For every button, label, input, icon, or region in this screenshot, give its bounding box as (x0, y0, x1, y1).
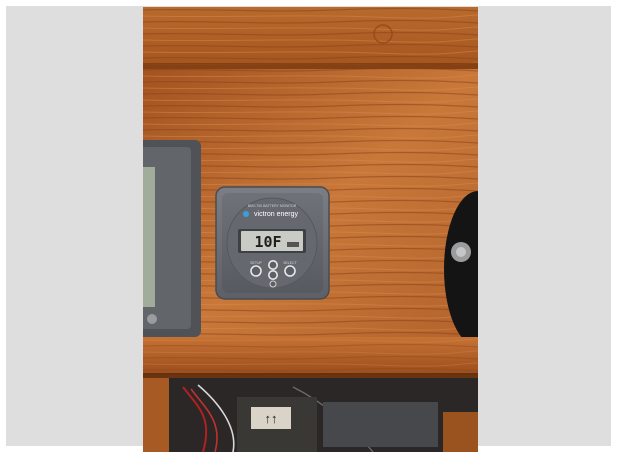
photo-scene: ↑↑ BMV-700 BATTERY MONITOR victron energ… (143, 7, 478, 452)
monitor-model-label: BMV-700 BATTERY MONITOR (248, 204, 297, 208)
lcd-value: 10F (254, 233, 281, 251)
down-button[interactable] (268, 269, 279, 280)
cabinet-post (143, 378, 169, 452)
panel-seam (143, 63, 478, 69)
monitor-brand: victron energy (254, 211, 298, 218)
select-button[interactable] (284, 265, 296, 277)
photo: ↑↑ BMV-700 BATTERY MONITOR victron energ… (143, 7, 478, 452)
black-component (323, 402, 438, 447)
victron-logo-icon (243, 211, 249, 217)
left-device-screw (147, 314, 157, 324)
image-frame: ↑↑ BMV-700 BATTERY MONITOR victron energ… (0, 0, 617, 452)
setup-label: SETUP (250, 261, 262, 265)
setup-button[interactable] (250, 265, 262, 277)
battery-monitor: BMV-700 BATTERY MONITOR victron energy 1… (215, 186, 330, 300)
up-button[interactable] (268, 260, 279, 271)
box-arrow-label: ↑↑ (265, 411, 278, 426)
select-label: SELECT (283, 261, 297, 265)
